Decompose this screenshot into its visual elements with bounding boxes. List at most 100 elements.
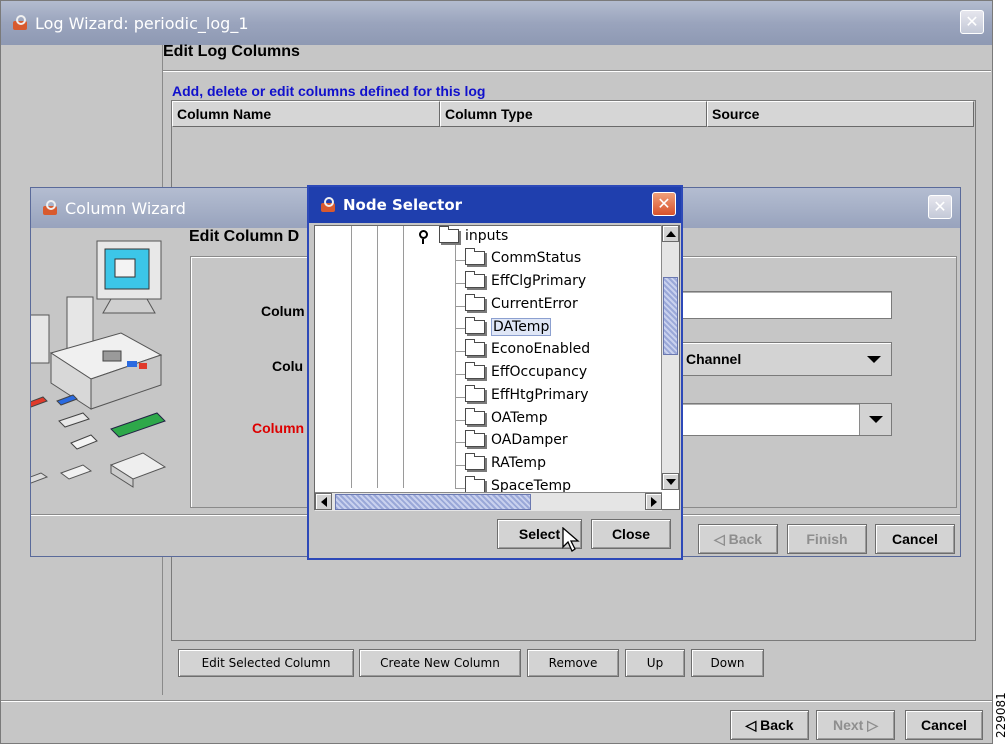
node-tree[interactable]: inputs CommStatus EffClgPrimary CurrentErr… (314, 225, 680, 510)
tree-expand-handle-icon[interactable] (419, 230, 428, 244)
column-source-field[interactable] (651, 403, 892, 436)
arrow-left-icon (321, 497, 327, 507)
node-selector-titlebar[interactable]: Node Selector ✕ (309, 187, 681, 223)
close-button[interactable]: Close (591, 519, 671, 549)
log-wizard-titlebar[interactable]: Log Wizard: periodic_log_1 ✕ (1, 1, 992, 45)
column-type-select[interactable]: Channel (651, 342, 892, 376)
folder-icon (465, 476, 485, 493)
scroll-left-button[interactable] (315, 493, 332, 510)
column-type-label: Colu (272, 358, 304, 374)
computer-hardware-illustration (31, 240, 167, 488)
arrow-right-icon (651, 497, 657, 507)
tree-guide-line (377, 226, 378, 488)
tree-node-effoccupancy[interactable]: EffOccupancy (465, 362, 588, 380)
up-label: Up (646, 656, 664, 670)
folder-icon (465, 248, 485, 265)
node-selector-title: Node Selector (343, 196, 463, 214)
tree-node-label: inputs (465, 228, 509, 244)
column-type-value: Channel (686, 351, 742, 367)
tree-node-label: EffHtgPrimary (491, 386, 589, 403)
back-button[interactable]: ◁ Back (730, 710, 809, 740)
column-name-field[interactable] (651, 291, 892, 319)
window-title: Log Wizard: periodic_log_1 (35, 13, 249, 33)
column-wizard-step-heading: Edit Column D (189, 228, 300, 245)
folder-icon (439, 226, 459, 243)
back-label: ◁ Back (745, 716, 794, 733)
column-wizard-title: Column Wizard (65, 198, 186, 218)
java-cup-icon (41, 199, 59, 217)
create-new-column-label: Create New Column (380, 656, 500, 670)
column-wizard-finish-label: Finish (806, 531, 848, 547)
tree-guide-line (403, 226, 404, 488)
tree-node-commstatus[interactable]: CommStatus (465, 248, 582, 266)
folder-icon (465, 362, 485, 379)
down-label: Down (710, 656, 745, 670)
select-label: Select (518, 526, 561, 542)
tree-node-datemp[interactable]: DATemp (465, 317, 552, 337)
column-source-label: Column (252, 420, 305, 436)
column-header-type[interactable]: Column Type (440, 101, 707, 127)
folder-icon (465, 407, 485, 425)
folder-icon (465, 270, 485, 288)
arrow-down-icon (666, 479, 676, 485)
tree-node-label: RATemp (491, 455, 546, 472)
tree-node-ratemp[interactable]: RATemp (465, 453, 546, 472)
figure-number: 229081 (994, 692, 1008, 738)
folder-icon (465, 339, 485, 357)
scroll-up-button[interactable] (662, 225, 679, 242)
tree-node-label: DATemp (491, 318, 552, 337)
cancel-button[interactable]: Cancel (905, 710, 983, 740)
remove-label: Remove (548, 656, 598, 670)
close-icon[interactable]: ✕ (928, 195, 952, 219)
scroll-down-button[interactable] (662, 473, 679, 490)
remove-button[interactable]: Remove (527, 649, 619, 677)
tree-node-oadamper[interactable]: OADamper (465, 430, 568, 449)
close-icon[interactable]: ✕ (652, 192, 676, 216)
chevron-down-icon (868, 416, 883, 423)
tree-node-effclgprimary[interactable]: EffClgPrimary (465, 270, 587, 289)
tree-node-label: CurrentError (491, 295, 578, 312)
next-button: Next ▷ (816, 710, 895, 740)
tree-node-label: OATemp (491, 409, 548, 426)
java-cup-icon (11, 14, 29, 32)
heading-divider (163, 70, 991, 72)
up-button[interactable]: Up (625, 649, 685, 677)
edit-selected-column-button[interactable]: Edit Selected Column (178, 649, 354, 677)
tree-vertical-scrollbar[interactable] (661, 225, 679, 490)
tree-node-label: OADamper (491, 432, 568, 449)
vertical-scroll-thumb[interactable] (663, 277, 678, 355)
java-cup-icon (319, 196, 337, 214)
tree-node-label: EffOccupancy (491, 364, 588, 380)
horizontal-scroll-thumb[interactable] (335, 494, 531, 510)
step-heading: Edit Log Columns (163, 43, 300, 60)
folder-icon (465, 430, 485, 448)
close-icon[interactable]: ✕ (960, 10, 984, 34)
close-label: Close (611, 526, 651, 542)
arrow-up-icon (666, 231, 676, 237)
folder-icon (465, 293, 485, 311)
folder-icon (465, 453, 485, 471)
bottom-divider (1, 700, 992, 702)
column-wizard-cancel-button[interactable]: Cancel (875, 524, 955, 554)
tree-node-inputs[interactable]: inputs (439, 226, 509, 244)
column-name-label: Colum (261, 303, 305, 319)
create-new-column-button[interactable]: Create New Column (359, 649, 521, 677)
column-wizard-cancel-label: Cancel (892, 531, 938, 547)
tree-node-label: CommStatus (491, 250, 582, 266)
tree-node-label: EffClgPrimary (491, 272, 587, 289)
tree-node-currenterror[interactable]: CurrentError (465, 293, 578, 312)
column-header-name[interactable]: Column Name (172, 101, 440, 127)
folder-icon (465, 384, 485, 402)
column-header-source[interactable]: Source (707, 101, 974, 127)
tree-node-effhtgprimary[interactable]: EffHtgPrimary (465, 384, 589, 403)
tree-horizontal-scrollbar[interactable] (315, 492, 662, 511)
columns-caption: Add, delete or edit columns defined for … (172, 83, 486, 99)
down-button[interactable]: Down (691, 649, 764, 677)
source-dropdown-button[interactable] (859, 404, 891, 435)
column-wizard-back-label: ◁ Back (713, 530, 763, 547)
tree-node-oatemp[interactable]: OATemp (465, 407, 548, 426)
tree-guide-line (455, 238, 456, 488)
scroll-right-button[interactable] (645, 493, 662, 510)
node-selector-dialog: Node Selector ✕ inputs CommStatus EffClgP… (307, 185, 683, 560)
tree-node-econoenabled[interactable]: EconoEnabled (465, 339, 590, 357)
